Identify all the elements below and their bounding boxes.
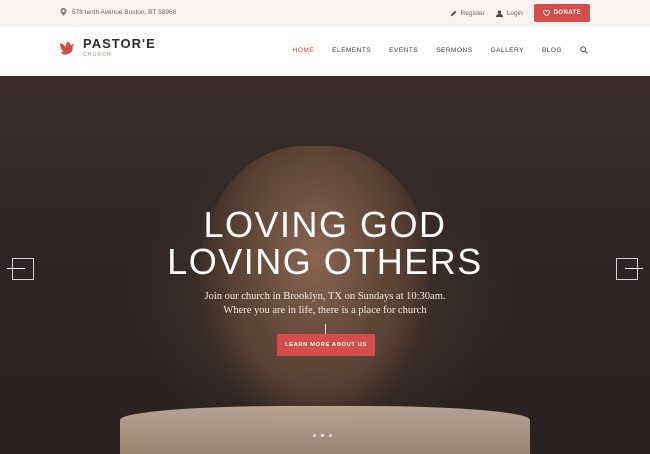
nav-item-blog[interactable]: BLOG [542,47,562,54]
login-link[interactable]: Login [495,9,523,17]
slide-dot-2[interactable] [321,434,324,437]
nav-item-sermons[interactable]: SERMONS [436,47,472,54]
next-slide-arrow-icon[interactable] [616,258,643,280]
brand-tagline: CHURCH [83,52,112,58]
register-label: Register [460,9,485,17]
nav-item-events[interactable]: EVENTS [389,47,418,54]
learn-more-button[interactable]: LEARN MORE ABOUT US [277,334,375,356]
donate-button[interactable]: DONATE [533,4,590,22]
main-nav: HOME ELEMENTS EVENTS SERMONS GALLERY BLO… [293,46,588,54]
slide-dot-3[interactable] [329,434,332,437]
dove-icon [60,41,75,55]
slide-dot-1[interactable] [313,434,316,437]
hero-headline-line-2: LOVING OTHERS [167,241,483,282]
brand-name: PASTOR'E [83,36,156,51]
register-link[interactable]: Register [450,10,485,17]
prev-slide-arrow-icon[interactable] [7,258,34,280]
nav-item-elements[interactable]: ELEMENTS [332,47,371,54]
top-bar: 578 tenth Avenue Boston, BT 58966 Regist… [0,0,650,27]
open-book-image [120,406,530,454]
user-icon [495,9,503,17]
address: 578 tenth Avenue Boston, BT 58966 [60,8,176,16]
heart-icon [542,10,550,16]
pencil-icon [450,10,456,16]
site-header: PASTOR'E CHURCH HOME ELEMENTS EVENTS SER… [0,27,650,76]
donate-label: DONATE [553,10,581,16]
hero-headline-line-1: LOVING GOD [203,204,447,245]
nav-item-gallery[interactable]: GALLERY [491,47,524,54]
login-label: Login [506,9,523,17]
address-text: 578 tenth Avenue Boston, BT 58966 [72,8,177,16]
nav-item-home[interactable]: HOME [293,47,315,54]
map-pin-icon [60,8,67,16]
logo[interactable]: PASTOR'E CHURCH [59,37,156,58]
hero-slider: LOVING GOD LOVING OTHERS Join our church… [0,76,650,454]
search-icon[interactable] [580,46,588,54]
hero-subtitle-line-2: Where you are in life, there is a place … [223,305,427,316]
praying-hands-image [200,146,430,426]
slider-dots [313,434,332,437]
hero-subtitle-line-1: Join our church in Brooklyn, TX on Sunda… [204,291,446,302]
